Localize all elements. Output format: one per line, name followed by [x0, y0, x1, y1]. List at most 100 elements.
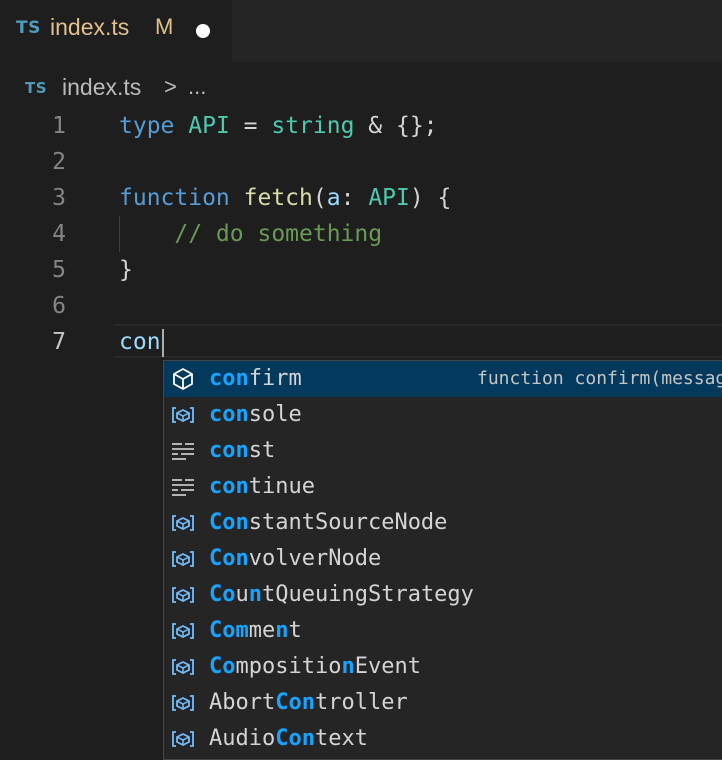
match-highlight: n [275, 618, 289, 643]
code-token: // do something [174, 221, 383, 247]
tab-title[interactable]: index.ts [50, 14, 129, 41]
line-number: 7 [52, 329, 66, 355]
code-text: con [119, 324, 164, 360]
label-text: stantSourceNode [248, 510, 448, 535]
label-text: st [248, 438, 276, 463]
code-token: & {}; [354, 113, 438, 139]
breadcrumb-more[interactable]: ... [188, 74, 206, 100]
label-text: Abort [209, 690, 276, 715]
variable-icon [170, 727, 196, 751]
chevron-right-icon: > [164, 74, 177, 99]
suggestion-item[interactable]: ConstantSourceNode [164, 505, 722, 541]
code-token: string [271, 113, 355, 139]
text-cursor [161, 328, 164, 357]
suggestion-item[interactable]: CompositionEvent [164, 649, 722, 685]
code-line[interactable]: 5} [0, 252, 722, 288]
suggestion-item[interactable]: CountQueuingStrategy [164, 577, 722, 613]
line-number: 4 [52, 221, 66, 247]
label-text: tinue [248, 474, 315, 499]
code-token: con [119, 329, 161, 355]
suggestion-item[interactable]: continue [164, 469, 722, 505]
tab-bar: TS index.ts M [0, 0, 722, 62]
suggestion-item[interactable]: AbortController [164, 685, 722, 721]
suggestion-label: ConstantSourceNode [209, 505, 447, 541]
modified-indicator: M [155, 14, 174, 39]
suggestion-item[interactable]: Comment [164, 613, 722, 649]
code-editor[interactable]: 1 type API = string & {}; 2 3 function fetch… [0, 108, 722, 358]
variable-icon [170, 655, 196, 679]
match-highlight: Co [209, 654, 236, 679]
label-text: t [288, 618, 302, 643]
label-text: me [248, 618, 276, 643]
method-icon [170, 367, 196, 391]
suggestion-item[interactable]: const [164, 433, 722, 469]
match-highlight: Com [209, 618, 249, 643]
code-token: fetch [243, 185, 313, 211]
suggestion-label: AbortController [209, 685, 408, 721]
match-highlight: Con [209, 510, 249, 535]
variable-icon [170, 403, 196, 427]
suggestion-label: CountQueuingStrategy [209, 577, 474, 613]
suggestion-label: Comment [209, 613, 302, 649]
match-highlight: Co [209, 582, 236, 607]
suggestion-label: const [209, 433, 275, 469]
breadcrumb-file[interactable]: index.ts [62, 74, 141, 101]
code-line[interactable]: 1 type API = string & {}; [0, 108, 722, 144]
label-text: Audio [209, 726, 276, 751]
label-text: firm [248, 366, 302, 391]
code-token: API [188, 113, 230, 139]
unsaved-dot-icon[interactable] [196, 24, 210, 38]
label-text: text [314, 726, 368, 751]
label-text: troller [314, 690, 408, 715]
code-line[interactable]: 7 con [0, 324, 722, 360]
match-highlight: con [209, 366, 249, 391]
code-token: a [326, 185, 341, 211]
code-line[interactable]: 4 // do something [0, 216, 722, 252]
variable-icon [170, 547, 196, 571]
snippet-icon [170, 475, 196, 499]
line-number: 6 [52, 293, 66, 319]
code-token: } [119, 257, 133, 283]
suggestion-label: ConvolverNode [209, 541, 381, 577]
code-line[interactable]: 6 [0, 288, 722, 324]
suggestion-label: console [209, 397, 302, 433]
match-highlight: n [248, 582, 262, 607]
suggestion-label: continue [209, 469, 315, 505]
code-token: ( [312, 185, 327, 211]
code-text: } [119, 252, 133, 288]
code-token: ) { [409, 185, 452, 211]
label-text: mpositio [235, 654, 342, 679]
suggest-widget[interactable]: confirmfunction confirm(message?: string… [163, 360, 722, 760]
suggestion-label: AudioContext [209, 721, 368, 757]
line-number: 5 [52, 257, 66, 283]
suggestion-item[interactable]: ConvolverNode [164, 541, 722, 577]
code-token: : [340, 185, 369, 211]
variable-icon [170, 691, 196, 715]
code-line[interactable]: 3 function fetch(a: API) { [0, 180, 722, 216]
match-highlight: con [209, 474, 249, 499]
match-highlight: n [341, 654, 355, 679]
suggestion-item[interactable]: console [164, 397, 722, 433]
code-token: = [229, 113, 272, 139]
code-text: // do something [119, 216, 382, 252]
label-text: tQueuingStrategy [262, 582, 474, 607]
code-text: type API = string & {}; [119, 108, 438, 144]
suggestion-item[interactable]: confirm function confirm(message?: string… [164, 361, 722, 397]
breadcrumb: TS index.ts > ... [0, 64, 722, 108]
code-token: function [119, 185, 230, 211]
code-line[interactable]: 2 [0, 144, 722, 180]
match-highlight: con [209, 402, 249, 427]
match-highlight: Con [209, 546, 249, 571]
suggestion-item[interactable]: AudioContext [164, 721, 722, 757]
code-text: function fetch(a: API) { [119, 180, 451, 216]
suggestion-label: confirm [209, 361, 302, 397]
variable-icon [170, 511, 196, 535]
match-highlight: con [209, 438, 249, 463]
code-token: API [368, 185, 410, 211]
breadcrumb-typescript-icon: TS [25, 79, 48, 97]
tab-index-ts[interactable]: TS index.ts M [0, 0, 232, 62]
variable-icon [170, 583, 196, 607]
match-highlight: Con [275, 690, 315, 715]
typescript-file-icon: TS [16, 18, 41, 38]
